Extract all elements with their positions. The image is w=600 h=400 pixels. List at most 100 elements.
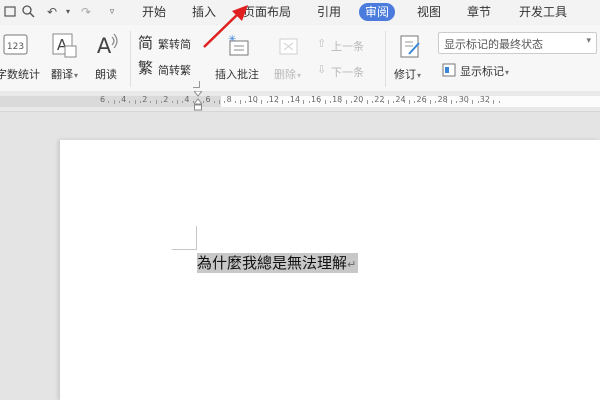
read-aloud-label[interactable]: 朗读 bbox=[95, 66, 117, 82]
track-changes-button[interactable]: 修订▾ bbox=[394, 66, 421, 82]
ruler-tick bbox=[366, 100, 368, 104]
ruler-tick bbox=[213, 101, 215, 103]
previous-comment-button[interactable]: 上一条 bbox=[331, 38, 364, 54]
chevron-down-icon: ▾ bbox=[586, 36, 591, 46]
translate-label: 翻译 bbox=[51, 68, 73, 81]
undo-icon[interactable]: ↶ bbox=[44, 4, 60, 20]
delete-comment-icon[interactable] bbox=[277, 35, 301, 59]
next-comment-button[interactable]: 下一条 bbox=[331, 64, 364, 80]
horizontal-ruler[interactable]: 6 4 2 2 4 6 8 10 12 14 16 18 20 22 24 26 28 30 32 bbox=[0, 90, 600, 112]
show-markup-label: 显示标记 bbox=[460, 65, 504, 78]
ruler-tick bbox=[234, 101, 236, 103]
svg-text:A: A bbox=[97, 34, 112, 58]
ruler-tick bbox=[282, 100, 284, 104]
ruler-tick bbox=[472, 100, 474, 104]
simp-to-trad-icon[interactable]: 繁 bbox=[138, 60, 153, 76]
ribbon: 123 字数统计 A 翻译▾ A 朗读 简 繁转简 繁 简转繁 ✳ 插入批注 删… bbox=[0, 5, 600, 92]
ruler-tick bbox=[277, 101, 279, 103]
ruler-tick bbox=[240, 100, 242, 104]
tab-developer-tools[interactable]: 开发工具 bbox=[519, 3, 567, 21]
ruler-tick bbox=[303, 100, 305, 104]
ruler-tick bbox=[403, 101, 405, 103]
ruler-number: 6 bbox=[205, 95, 211, 104]
indent-marker-icon[interactable] bbox=[192, 90, 204, 111]
ruler-tick bbox=[451, 100, 453, 104]
translate-button[interactable]: 翻译▾ bbox=[51, 66, 78, 82]
ruler-tick bbox=[414, 101, 416, 103]
ruler-number: 4 bbox=[121, 95, 127, 104]
ruler-tick bbox=[493, 100, 495, 104]
previous-comment-icon[interactable]: ⇧ bbox=[317, 37, 326, 50]
next-comment-icon[interactable]: ⇩ bbox=[317, 63, 326, 76]
translate-icon[interactable]: A bbox=[52, 33, 78, 59]
ruler-tick bbox=[134, 100, 136, 104]
paragraph-mark-icon: ↵ bbox=[347, 258, 357, 271]
ruler-tick bbox=[255, 101, 257, 103]
ruler-tick bbox=[118, 101, 120, 103]
tab-references[interactable]: 引用 bbox=[317, 3, 341, 21]
ruler-tick bbox=[155, 100, 157, 104]
show-markup-icon[interactable] bbox=[442, 62, 456, 77]
ruler-tick bbox=[361, 101, 363, 103]
ruler-tick bbox=[324, 100, 326, 104]
ruler-tick bbox=[139, 101, 141, 103]
ruler-tick bbox=[308, 101, 310, 103]
ruler-tick bbox=[219, 100, 221, 104]
tab-review[interactable]: 审阅 bbox=[359, 3, 396, 21]
word-count-label[interactable]: 字数统计 bbox=[0, 66, 40, 82]
track-changes-label: 修订 bbox=[394, 68, 416, 81]
ruler-tick bbox=[245, 101, 247, 103]
ruler-number: 8 bbox=[226, 95, 232, 104]
ruler-tick bbox=[445, 101, 447, 103]
trad-to-simp-icon[interactable]: 简 bbox=[138, 35, 153, 51]
menu-bar: ↶ ▾ ↷ ▿ 开始 插入 页面布局 引用 审阅 视图 章节 开发工具 bbox=[0, 0, 600, 25]
ribbon-divider bbox=[385, 31, 386, 87]
word-count-icon[interactable]: 123 bbox=[3, 33, 29, 57]
search-icon[interactable] bbox=[20, 4, 36, 20]
ruler-tick bbox=[203, 101, 205, 103]
redo-icon[interactable]: ↷ bbox=[78, 4, 94, 20]
tab-chapter[interactable]: 章节 bbox=[467, 3, 491, 21]
ruler-tick bbox=[161, 101, 163, 103]
selected-text[interactable]: 為什麼我總是無法理解↵ bbox=[197, 253, 359, 273]
ruler-tick bbox=[287, 101, 289, 103]
ruler-tick bbox=[113, 100, 115, 104]
ruler-tick bbox=[372, 101, 374, 103]
ruler-tick bbox=[319, 101, 321, 103]
ruler-tick bbox=[488, 101, 490, 103]
ruler-tick bbox=[171, 101, 173, 103]
delete-button[interactable]: 删除▾ bbox=[274, 66, 301, 82]
tab-home[interactable]: 开始 bbox=[142, 3, 166, 21]
show-markup-button[interactable]: 显示标记▾ bbox=[460, 63, 509, 79]
ruler-number: 2 bbox=[163, 95, 169, 104]
ruler-tick bbox=[430, 100, 432, 104]
read-aloud-icon[interactable]: A bbox=[93, 31, 119, 59]
group-launcher-icon[interactable] bbox=[193, 81, 200, 88]
ruler-tick bbox=[340, 101, 342, 103]
svg-text:123: 123 bbox=[7, 42, 24, 52]
ruler-tick bbox=[182, 101, 184, 103]
markup-display-value: 显示标记的最终状态 bbox=[444, 38, 543, 51]
ruler-tick bbox=[387, 100, 389, 104]
ruler-tick bbox=[477, 101, 479, 103]
ruler-tick bbox=[298, 101, 300, 103]
insert-comment-label[interactable]: 插入批注 bbox=[215, 66, 259, 82]
trad-to-simp-button[interactable]: 繁转简 bbox=[158, 36, 191, 52]
selected-text-content: 為什麼我總是無法理解 bbox=[197, 254, 348, 272]
track-changes-icon[interactable] bbox=[399, 34, 423, 60]
ruler-number: 4 bbox=[184, 95, 190, 104]
simp-to-trad-button[interactable]: 简转繁 bbox=[158, 62, 191, 78]
ruler-tick bbox=[150, 101, 152, 103]
margin-corner-mark bbox=[196, 226, 197, 250]
print-preview-icon[interactable] bbox=[2, 4, 18, 20]
ruler-tick bbox=[224, 101, 226, 103]
markup-display-select[interactable]: 显示标记的最终状态 ▾ bbox=[438, 32, 597, 54]
tab-view[interactable]: 视图 bbox=[417, 3, 441, 21]
ruler-tick bbox=[329, 101, 331, 103]
annotation-arrow bbox=[203, 5, 248, 48]
ruler-tick bbox=[108, 101, 110, 103]
customize-toolbar-icon[interactable]: ▿ bbox=[104, 4, 120, 20]
ruler-tick bbox=[456, 101, 458, 103]
ruler-number: 2 bbox=[142, 95, 148, 104]
undo-dropdown-icon[interactable]: ▾ bbox=[60, 4, 76, 20]
